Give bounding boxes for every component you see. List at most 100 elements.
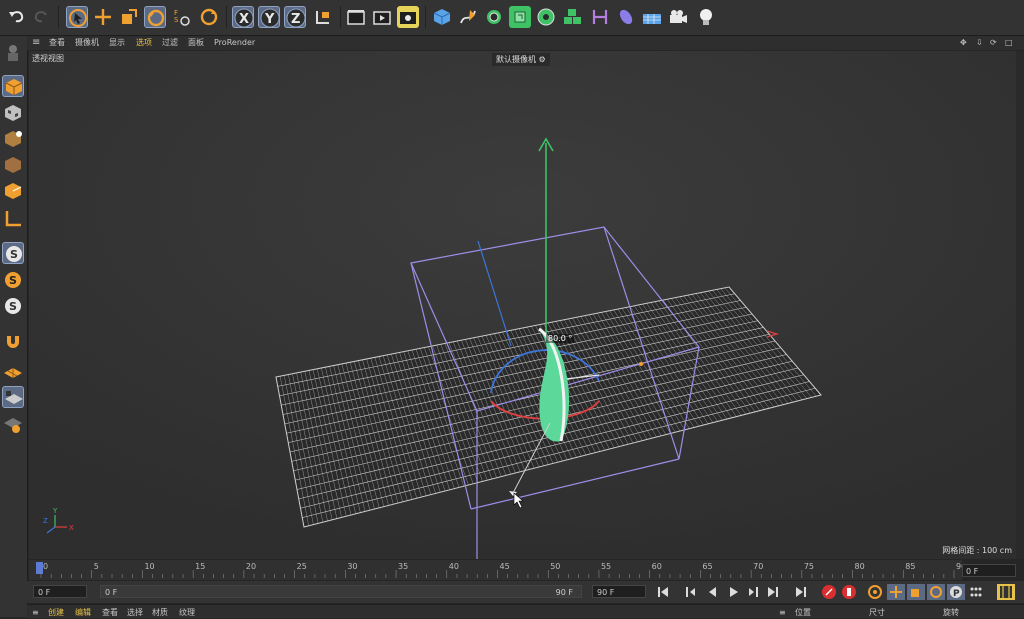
undo-icon[interactable] [6, 6, 28, 28]
rotation-key-icon[interactable] [927, 584, 945, 600]
coord-position-header: 位置 [795, 608, 811, 617]
camera-label: 默认摄像机 [496, 55, 536, 64]
light-icon[interactable] [695, 6, 717, 28]
parameter-key-icon[interactable]: P [947, 584, 965, 600]
rotate-icon[interactable] [144, 6, 166, 28]
end-frame-field[interactable]: 90 F [592, 585, 646, 598]
texture-mode-icon[interactable] [2, 102, 24, 124]
environment-icon[interactable] [615, 6, 637, 28]
menu-prorender[interactable]: ProRender [214, 36, 255, 50]
rotate-view-icon[interactable]: ⟳ [990, 36, 997, 50]
tab-texture[interactable]: 纹理 [179, 606, 195, 619]
model-mode-icon[interactable] [2, 75, 24, 97]
coordinate-system-icon[interactable] [312, 6, 334, 28]
timeline-tick-label: 85 [905, 562, 915, 571]
autokeying-icon[interactable] [840, 584, 858, 600]
y-axis-icon[interactable]: Y [258, 6, 280, 28]
cube-primitive-icon[interactable] [431, 6, 453, 28]
points-mode-icon[interactable] [2, 154, 24, 176]
tab-view[interactable]: 查看 [102, 606, 118, 619]
rotate-alt-icon[interactable] [198, 6, 220, 28]
menu-filter[interactable]: 过滤 [162, 36, 178, 50]
render-settings-icon[interactable] [397, 6, 419, 28]
snap-icon[interactable]: S [2, 269, 24, 291]
camera-selector[interactable]: 默认摄像机 ⚙ [492, 53, 550, 66]
pen-spline-icon[interactable] [457, 6, 479, 28]
locked-workplane-icon[interactable] [2, 386, 24, 408]
keyframe-selection-icon[interactable] [866, 584, 884, 600]
next-key-icon[interactable] [764, 584, 782, 600]
maximize-view-icon[interactable]: □ [1005, 36, 1013, 50]
tab-select[interactable]: 选择 [127, 606, 143, 619]
bottom-panel-tabs: ≡ 创建 编辑 查看 选择 材质 纹理 ≡ 位置 尺寸 旋转 [27, 604, 1024, 618]
frame-range-slider[interactable]: 0 F 90 F [100, 585, 582, 598]
go-to-start-icon[interactable] [654, 584, 672, 600]
zoom-view-icon[interactable]: ⇩ [976, 36, 983, 50]
redo-icon[interactable] [30, 6, 52, 28]
point-level-animation-icon[interactable] [967, 584, 985, 600]
edges-mode-icon[interactable] [2, 180, 24, 202]
current-frame-field[interactable]: 0 F [962, 564, 1016, 577]
mini-axis-z-label: Z [43, 517, 48, 525]
timeline-tick-label: 15 [195, 562, 205, 571]
coordinates-hamburger-icon[interactable]: ≡ [779, 606, 786, 619]
perspective-viewport[interactable]: Y X Z 透视视图 默认摄像机 ⚙ 80.0 ° 网格间距 : 100 cm [29, 51, 1022, 559]
menu-panel[interactable]: 面板 [188, 36, 204, 50]
previous-key-icon[interactable] [682, 584, 700, 600]
generator-icon[interactable] [509, 6, 531, 28]
viewport-menubar: ≡ 查看 摄像机 显示 选项 过滤 面板 ProRender ✥ ⇩ ⟳ □ [27, 36, 1024, 50]
timeline-ruler[interactable]: 051015202530354045505560657075808590 [29, 560, 962, 580]
scale-icon[interactable] [118, 6, 140, 28]
render-view-icon[interactable] [345, 6, 367, 28]
scene-canvas[interactable]: Y X Z [29, 51, 1022, 559]
workplane-icon[interactable] [2, 128, 24, 150]
scene-icon[interactable] [589, 6, 611, 28]
soft-selection-icon[interactable]: S [2, 295, 24, 317]
layout-icon[interactable] [2, 41, 24, 63]
menu-options[interactable]: 选项 [136, 36, 152, 50]
previous-frame-icon[interactable] [704, 584, 722, 600]
record-active-objects-icon[interactable] [820, 584, 838, 600]
timeline-window-icon[interactable] [997, 584, 1015, 600]
axis-mode-icon[interactable]: S [2, 242, 24, 264]
hamburger-icon[interactable]: ≡ [32, 36, 40, 50]
subdivision-icon[interactable] [483, 6, 505, 28]
workplane-grid-icon[interactable] [2, 361, 24, 383]
z-axis-icon[interactable]: Z [284, 6, 306, 28]
play-icon[interactable] [724, 584, 742, 600]
recent-tools-icon[interactable]: FS [170, 6, 192, 28]
mini-axis-y-label: Y [52, 507, 58, 515]
x-axis-icon[interactable]: X [232, 6, 254, 28]
tab-material[interactable]: 材质 [152, 606, 168, 619]
start-frame-field[interactable]: 0 F [33, 585, 87, 598]
timeline-tick-label: 70 [753, 562, 763, 571]
scale-key-icon[interactable] [907, 584, 925, 600]
bottom-hamburger-icon[interactable]: ≡ [32, 606, 39, 619]
menu-display[interactable]: 显示 [109, 36, 125, 50]
svg-text:S: S [9, 274, 17, 287]
timeline-tick-label: 35 [398, 562, 408, 571]
move-view-icon[interactable]: ✥ [960, 36, 967, 50]
solo-icon[interactable] [2, 413, 24, 435]
move-icon[interactable] [92, 6, 114, 28]
position-key-icon[interactable] [887, 584, 905, 600]
select-cursor-icon[interactable] [66, 6, 88, 28]
floor-icon[interactable] [641, 6, 663, 28]
go-to-end-icon[interactable] [792, 584, 810, 600]
camera-icon[interactable] [667, 6, 689, 28]
timeline-playhead [36, 562, 43, 574]
coord-rotation-header: 旋转 [943, 608, 959, 617]
render-picture-viewer-icon[interactable] [371, 6, 393, 28]
camera-settings-icon: ⚙ [538, 55, 546, 64]
tab-edit[interactable]: 编辑 [75, 606, 91, 619]
deformer-icon[interactable] [535, 6, 557, 28]
min-frame-label: 0 F [105, 588, 118, 597]
menu-view[interactable]: 查看 [49, 36, 65, 50]
timeline-tick-label: 40 [449, 562, 459, 571]
menu-cameras[interactable]: 摄像机 [75, 36, 99, 50]
magnet-icon[interactable] [2, 328, 24, 350]
cloner-icon[interactable] [561, 6, 583, 28]
tab-create[interactable]: 创建 [48, 606, 64, 619]
next-frame-icon[interactable] [744, 584, 762, 600]
polygons-mode-icon[interactable] [2, 208, 24, 230]
